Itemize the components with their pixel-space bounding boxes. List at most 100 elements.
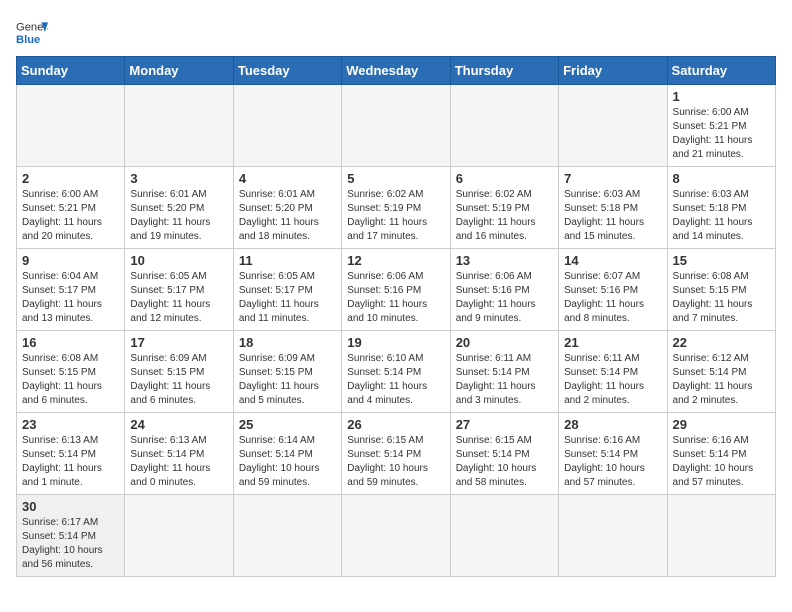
day-number: 20: [456, 335, 553, 350]
calendar-cell: 17Sunrise: 6:09 AM Sunset: 5:15 PM Dayli…: [125, 331, 233, 413]
calendar-cell: 13Sunrise: 6:06 AM Sunset: 5:16 PM Dayli…: [450, 249, 558, 331]
day-header-tuesday: Tuesday: [233, 57, 341, 85]
week-row-3: 16 Sunrise: 6:08 AM Sunset: 5:15 PM Dayli…: [17, 331, 776, 413]
day-number: 12: [347, 253, 444, 268]
day-info: Sunrise: 6:11 AM Sunset: 5:14 PM Dayligh…: [564, 352, 661, 408]
logo: General Blue: [16, 16, 48, 48]
day-header-friday: Friday: [559, 57, 667, 85]
calendar-cell: 6Sunrise: 6:02 AM Sunset: 5:19 PM Daylig…: [450, 167, 558, 249]
day-number: 9: [22, 253, 119, 268]
day-header-saturday: Saturday: [667, 57, 775, 85]
day-number: 15: [673, 253, 770, 268]
day-number: 29: [673, 417, 770, 432]
day-info: Sunrise: 6:15 AM Sunset: 5:14 PM Dayligh…: [347, 434, 444, 490]
day-number: 3: [130, 171, 227, 186]
day-number: 5: [347, 171, 444, 186]
day-info: Sunrise: 6:11 AM Sunset: 5:14 PM Dayligh…: [456, 352, 553, 408]
day-info: Sunrise: 6:01 AM Sunset: 5:20 PM Dayligh…: [130, 188, 227, 244]
day-info: Sunrise: 6:14 AM Sunset: 5:14 PM Dayligh…: [239, 434, 336, 490]
day-info: Sunrise: 6:09 AM Sunset: 5:15 PM Dayligh…: [239, 352, 336, 408]
day-number: 19: [347, 335, 444, 350]
day-number: 18: [239, 335, 336, 350]
calendar-cell: 20 Sunrise: 6:11 AM Sunset: 5:14 PM Dayli…: [450, 331, 558, 413]
day-number: 11: [239, 253, 336, 268]
calendar-cell: 7Sunrise: 6:03 AM Sunset: 5:18 PM Daylig…: [559, 167, 667, 249]
day-number: 30: [22, 499, 119, 514]
day-info: Sunrise: 6:08 AM Sunset: 5:15 PM Dayligh…: [22, 352, 119, 408]
calendar-cell: 21 Sunrise: 6:11 AM Sunset: 5:14 PM Dayli…: [559, 331, 667, 413]
day-number: 28: [564, 417, 661, 432]
day-number: 25: [239, 417, 336, 432]
day-number: 23: [22, 417, 119, 432]
calendar-cell: 16 Sunrise: 6:08 AM Sunset: 5:15 PM Dayli…: [17, 331, 125, 413]
day-info: Sunrise: 6:05 AM Sunset: 5:17 PM Dayligh…: [239, 270, 336, 326]
calendar-cell: 27Sunrise: 6:15 AM Sunset: 5:14 PM Dayli…: [450, 413, 558, 495]
calendar-cell: 18 Sunrise: 6:09 AM Sunset: 5:15 PM Dayli…: [233, 331, 341, 413]
day-info: Sunrise: 6:03 AM Sunset: 5:18 PM Dayligh…: [673, 188, 770, 244]
day-info: Sunrise: 6:15 AM Sunset: 5:14 PM Dayligh…: [456, 434, 553, 490]
day-info: Sunrise: 6:09 AM Sunset: 5:15 PM Dayligh…: [130, 352, 227, 408]
day-number: 10: [130, 253, 227, 268]
day-info: Sunrise: 6:13 AM Sunset: 5:14 PM Dayligh…: [130, 434, 227, 490]
day-number: 26: [347, 417, 444, 432]
day-info: Sunrise: 6:00 AM Sunset: 5:21 PM Dayligh…: [22, 188, 119, 244]
day-info: Sunrise: 6:10 AM Sunset: 5:14 PM Dayligh…: [347, 352, 444, 408]
calendar-cell: 9 Sunrise: 6:04 AM Sunset: 5:17 PM Daylig…: [17, 249, 125, 331]
calendar-cell: 22 Sunrise: 6:12 AM Sunset: 5:14 PM Dayli…: [667, 331, 775, 413]
day-info: Sunrise: 6:12 AM Sunset: 5:14 PM Dayligh…: [673, 352, 770, 408]
day-info: Sunrise: 6:17 AM Sunset: 5:14 PM Dayligh…: [22, 516, 119, 572]
calendar-cell: 26 Sunrise: 6:15 AM Sunset: 5:14 PM Dayli…: [342, 413, 450, 495]
day-info: Sunrise: 6:06 AM Sunset: 5:16 PM Dayligh…: [456, 270, 553, 326]
week-row-0: 1 Sunrise: 6:00 AM Sunset: 5:21 PM Daylig…: [17, 85, 776, 167]
calendar-cell: 23Sunrise: 6:13 AM Sunset: 5:14 PM Dayli…: [17, 413, 125, 495]
calendar-cell: [125, 495, 233, 577]
calendar-cell: 14 Sunrise: 6:07 AM Sunset: 5:16 PM Dayli…: [559, 249, 667, 331]
day-info: Sunrise: 6:04 AM Sunset: 5:17 PM Dayligh…: [22, 270, 119, 326]
calendar-cell: [17, 85, 125, 167]
day-info: Sunrise: 6:00 AM Sunset: 5:21 PM Dayligh…: [673, 106, 770, 162]
day-info: Sunrise: 6:16 AM Sunset: 5:14 PM Dayligh…: [673, 434, 770, 490]
calendar-cell: [233, 495, 341, 577]
calendar-cell: 24Sunrise: 6:13 AM Sunset: 5:14 PM Dayli…: [125, 413, 233, 495]
week-row-5: 30 Sunrise: 6:17 AM Sunset: 5:14 PM Dayli…: [17, 495, 776, 577]
calendar-cell: 3 Sunrise: 6:01 AM Sunset: 5:20 PM Daylig…: [125, 167, 233, 249]
day-info: Sunrise: 6:03 AM Sunset: 5:18 PM Dayligh…: [564, 188, 661, 244]
page-header: General Blue: [16, 16, 776, 48]
calendar-header-row: SundayMondayTuesdayWednesdayThursdayFrid…: [17, 57, 776, 85]
calendar-cell: [559, 85, 667, 167]
calendar-cell: [450, 495, 558, 577]
day-info: Sunrise: 6:07 AM Sunset: 5:16 PM Dayligh…: [564, 270, 661, 326]
day-info: Sunrise: 6:01 AM Sunset: 5:20 PM Dayligh…: [239, 188, 336, 244]
day-number: 22: [673, 335, 770, 350]
day-header-wednesday: Wednesday: [342, 57, 450, 85]
day-header-monday: Monday: [125, 57, 233, 85]
calendar-cell: [342, 85, 450, 167]
day-number: 14: [564, 253, 661, 268]
calendar-table: SundayMondayTuesdayWednesdayThursdayFrid…: [16, 56, 776, 577]
calendar-cell: 25 Sunrise: 6:14 AM Sunset: 5:14 PM Dayli…: [233, 413, 341, 495]
day-info: Sunrise: 6:05 AM Sunset: 5:17 PM Dayligh…: [130, 270, 227, 326]
calendar-cell: 1 Sunrise: 6:00 AM Sunset: 5:21 PM Daylig…: [667, 85, 775, 167]
day-info: Sunrise: 6:16 AM Sunset: 5:14 PM Dayligh…: [564, 434, 661, 490]
day-number: 21: [564, 335, 661, 350]
calendar-cell: 12 Sunrise: 6:06 AM Sunset: 5:16 PM Dayli…: [342, 249, 450, 331]
calendar-cell: [342, 495, 450, 577]
day-number: 16: [22, 335, 119, 350]
day-info: Sunrise: 6:02 AM Sunset: 5:19 PM Dayligh…: [347, 188, 444, 244]
calendar-cell: 28 Sunrise: 6:16 AM Sunset: 5:14 PM Dayli…: [559, 413, 667, 495]
calendar-cell: 8Sunrise: 6:03 AM Sunset: 5:18 PM Daylig…: [667, 167, 775, 249]
calendar-cell: 10 Sunrise: 6:05 AM Sunset: 5:17 PM Dayli…: [125, 249, 233, 331]
day-info: Sunrise: 6:02 AM Sunset: 5:19 PM Dayligh…: [456, 188, 553, 244]
calendar-cell: [667, 495, 775, 577]
calendar-cell: [125, 85, 233, 167]
calendar-cell: 30 Sunrise: 6:17 AM Sunset: 5:14 PM Dayli…: [17, 495, 125, 577]
week-row-2: 9 Sunrise: 6:04 AM Sunset: 5:17 PM Daylig…: [17, 249, 776, 331]
day-info: Sunrise: 6:06 AM Sunset: 5:16 PM Dayligh…: [347, 270, 444, 326]
day-number: 1: [673, 89, 770, 104]
day-header-thursday: Thursday: [450, 57, 558, 85]
calendar-cell: 19 Sunrise: 6:10 AM Sunset: 5:14 PM Dayli…: [342, 331, 450, 413]
day-number: 4: [239, 171, 336, 186]
week-row-4: 23 Sunrise: 6:13 AM Sunset: 5:14 PM Dayli…: [17, 413, 776, 495]
calendar-cell: [559, 495, 667, 577]
calendar-cell: [450, 85, 558, 167]
